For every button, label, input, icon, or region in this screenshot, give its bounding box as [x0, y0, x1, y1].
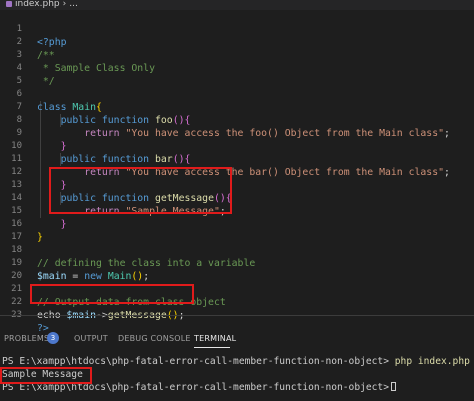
code-line-6: 6 class Main{: [16, 89, 102, 113]
php-file-icon: [6, 0, 12, 7]
panel-tab-bar: PROBLEMS 3 OUTPUT DEBUG CONSOLE TERMINAL: [0, 326, 474, 350]
code-line-7: 7 public function foo(){: [16, 102, 191, 126]
code-editor[interactable]: 1 <?php 2 /** 3 * Sample Class Only 4 */…: [0, 10, 474, 334]
code-line-19: 19 $main = new Main();: [11, 258, 150, 282]
code-line-3: 3 * Sample Class Only: [16, 50, 155, 74]
tab-output[interactable]: OUTPUT: [74, 334, 108, 343]
terminal-prompt: PS E:\xampp\htdocs\php-fatal-error-call-…: [2, 356, 389, 367]
code-line-18: 18 // defining the class into a variable: [11, 245, 256, 269]
code-line-8: 8 return "You have access the foo() Obje…: [16, 115, 450, 139]
panel-divider: [0, 315, 474, 316]
code-line-5: 5: [16, 76, 22, 86]
breadcrumb-more[interactable]: ...: [69, 0, 78, 9]
active-tab-indicator: [194, 347, 230, 348]
code-line-21: 21 // Output data from class object: [11, 284, 226, 308]
code-line-1: 1 <?php: [16, 24, 67, 48]
code-line-12: 12 }: [11, 167, 67, 191]
code-line-4: 4 */: [16, 63, 55, 87]
code-line-2: 2 /**: [16, 37, 55, 61]
tab-terminal[interactable]: TERMINAL: [194, 334, 236, 343]
terminal-cursor: [391, 382, 396, 391]
highlight-box-getmessage-method: [49, 167, 232, 214]
highlight-box-echo-call: [30, 284, 194, 304]
editor-tab-bar: index.php › ...: [0, 0, 474, 10]
problems-count-badge: 3: [47, 332, 59, 344]
tab-debug-console[interactable]: DEBUG CONSOLE: [118, 334, 191, 343]
tab-filename: index.php: [15, 0, 60, 9]
code-line-20: 20: [11, 271, 22, 281]
tab-breadcrumb-separator: ›: [62, 0, 67, 9]
code-line-9: 9 }: [16, 128, 67, 152]
code-line-10: 10 public function bar(){: [11, 141, 191, 165]
tab-problems[interactable]: PROBLEMS: [4, 334, 49, 343]
terminal-command: php index.php: [394, 356, 470, 367]
code-line-11: 11 return "You have access the bar() Obj…: [11, 154, 450, 178]
code-line-17: 17: [11, 232, 22, 242]
highlight-box-terminal-output: [0, 367, 92, 384]
editor-tab-index-php[interactable]: index.php › ...: [0, 0, 84, 10]
